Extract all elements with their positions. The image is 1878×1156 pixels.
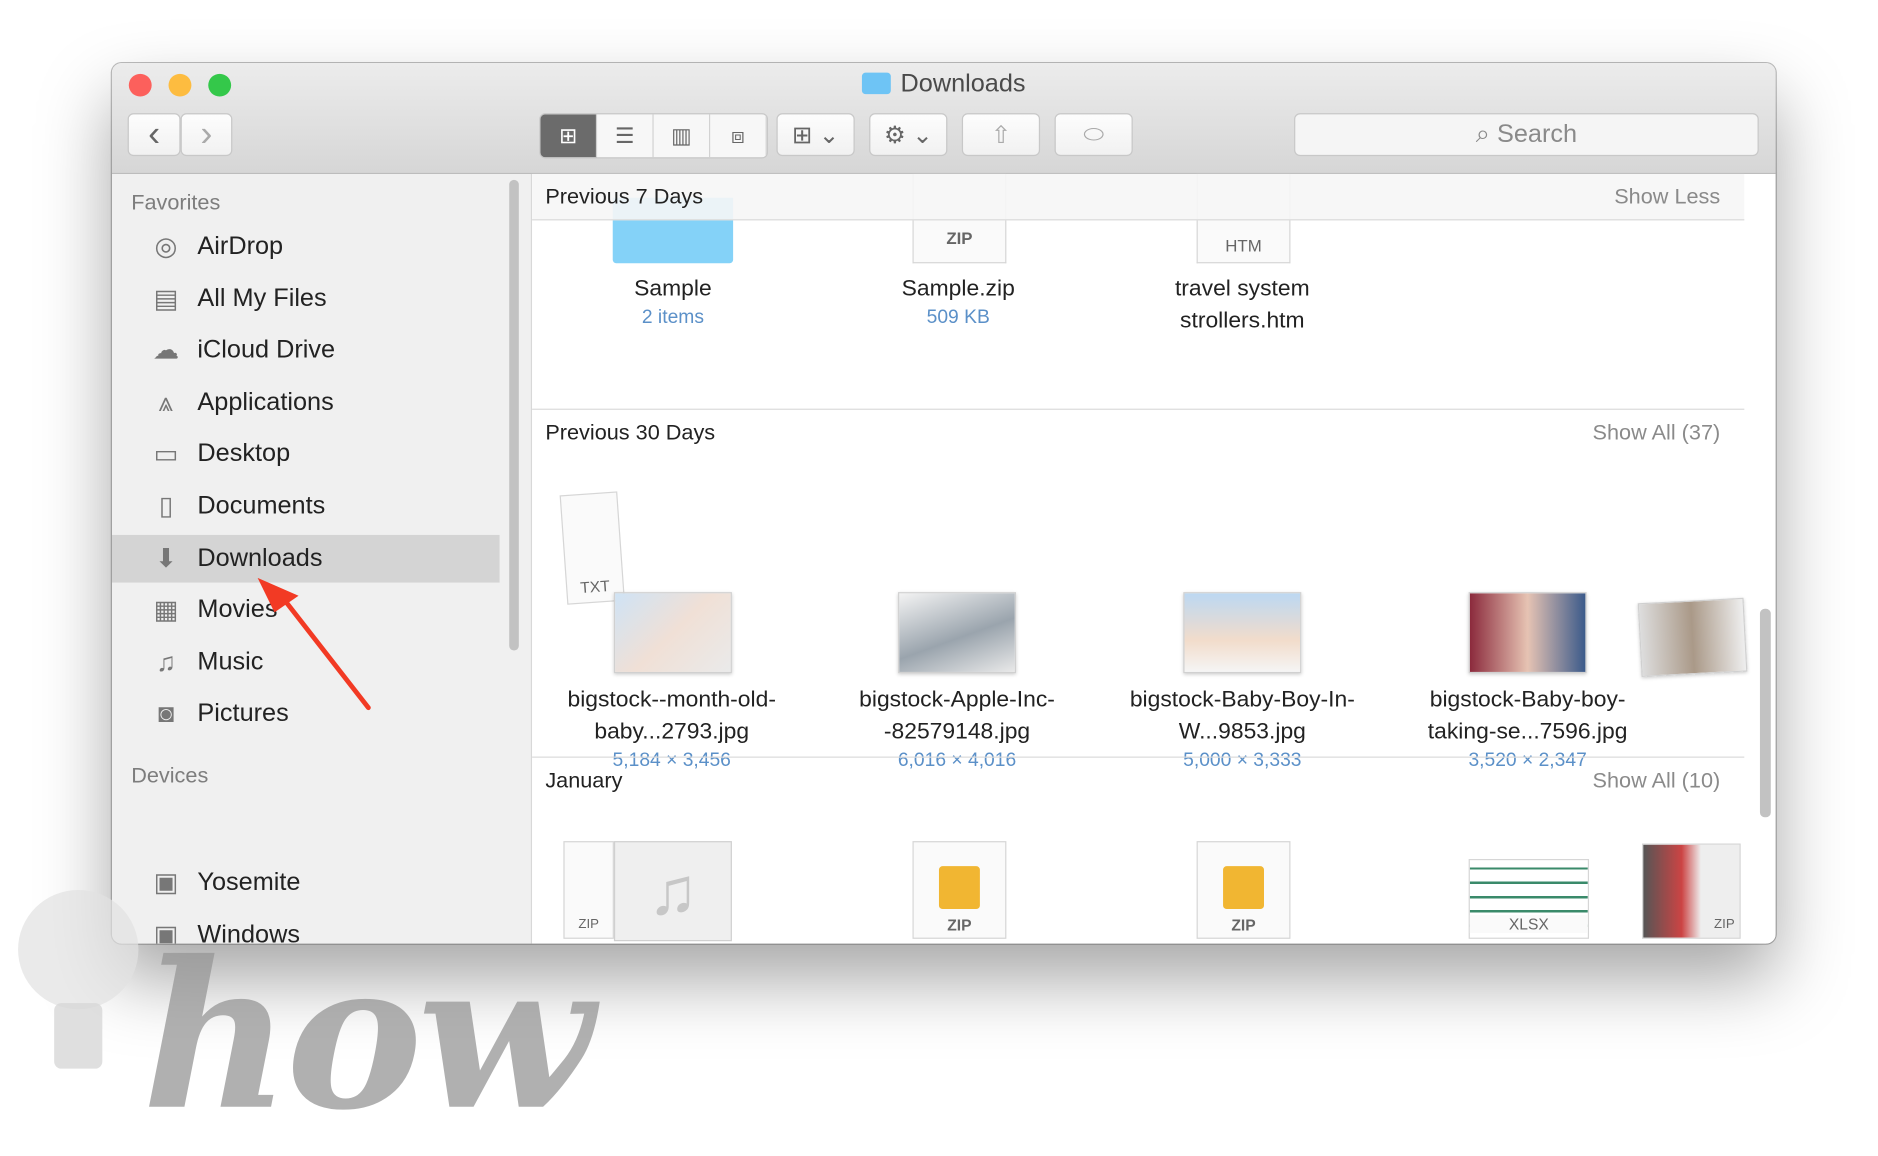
lightbulb-logo <box>18 889 139 1069</box>
watermark-logo: how <box>142 917 594 1156</box>
